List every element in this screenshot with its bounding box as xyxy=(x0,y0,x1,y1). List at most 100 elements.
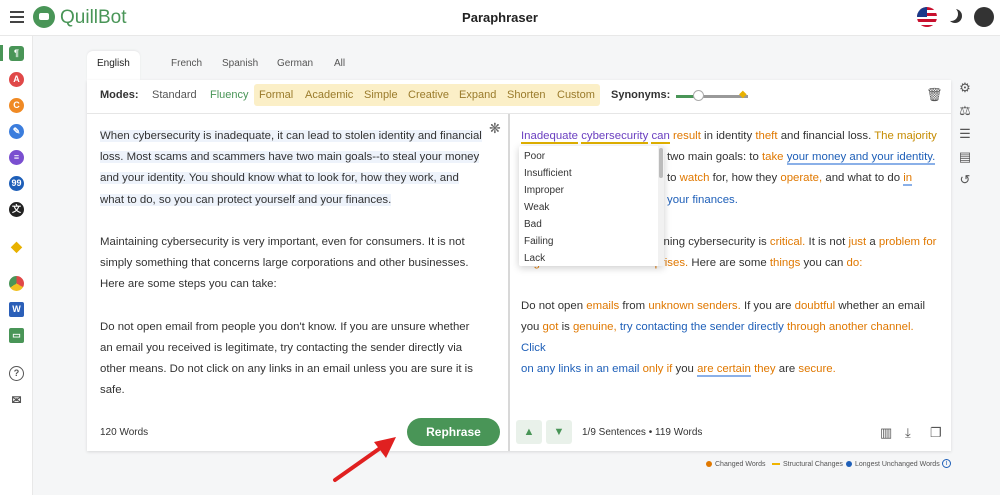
synonym-option[interactable]: Bad xyxy=(524,219,542,230)
changed-word[interactable]: emails xyxy=(586,300,619,312)
unchanged-words: Click xyxy=(521,342,546,354)
keyboard-icon[interactable]: ▤ xyxy=(956,149,974,165)
info-icon[interactable]: i xyxy=(942,459,951,468)
grammar-checker-icon[interactable]: A xyxy=(9,72,24,87)
changed-word[interactable]: in xyxy=(903,172,913,187)
mail-icon[interactable]: ✉ xyxy=(9,393,24,408)
legend-unchanged-label: Longest Unchanged Words xyxy=(855,461,940,468)
changed-word[interactable]: doubtful xyxy=(795,300,836,312)
unchanged-words: your finances. xyxy=(667,193,738,206)
input-text[interactable]: When cybersecurity is inadequate, it can… xyxy=(100,126,482,423)
input-paragraph-text: When cybersecurity is inadequate, it can… xyxy=(100,130,482,206)
us-flag-icon[interactable] xyxy=(917,7,937,27)
changed-word[interactable]: unknown senders. xyxy=(648,300,740,312)
changed-word[interactable]: do: xyxy=(847,257,863,269)
synonym-option[interactable]: Weak xyxy=(524,202,549,213)
structural-change[interactable]: The majority xyxy=(874,130,937,142)
output-word-count: 119 Words xyxy=(655,427,703,438)
changed-word[interactable]: operate, xyxy=(780,172,822,184)
mode-simple[interactable]: Simple xyxy=(364,89,398,101)
changed-word[interactable]: result xyxy=(673,130,701,142)
tab-french[interactable]: French xyxy=(161,51,212,80)
mode-standard[interactable]: Standard xyxy=(152,89,197,101)
citation-generator-icon[interactable]: 99 xyxy=(9,176,24,191)
freeze-words-icon[interactable]: ❋ xyxy=(489,120,501,137)
mode-expand[interactable]: Expand xyxy=(459,89,496,101)
changed-word[interactable]: are certain xyxy=(697,363,751,378)
tab-spanish[interactable]: Spanish xyxy=(212,51,268,80)
changed-word[interactable]: got xyxy=(543,321,559,333)
changed-legend-dot xyxy=(706,461,712,468)
changed-word[interactable]: through another channel. xyxy=(787,321,914,333)
selected-word[interactable]: cybersecurity xyxy=(581,130,649,144)
paraphraser-card: Modes: Standard Fluency Formal Academic … xyxy=(87,80,951,451)
rephrase-button[interactable]: Rephrase xyxy=(407,418,500,446)
mode-fluency[interactable]: Fluency xyxy=(210,89,249,101)
chrome-extension-icon[interactable] xyxy=(9,276,24,291)
changed-word[interactable]: they xyxy=(754,363,776,375)
feedback-icon[interactable]: ☰ xyxy=(956,126,974,142)
statistics-icon[interactable]: ▥ xyxy=(880,425,892,441)
unchanged-words: on any links in an email xyxy=(521,363,640,376)
help-icon[interactable]: ? xyxy=(9,366,24,381)
legend-unchanged: Longest Unchanged Words xyxy=(846,461,940,468)
co-writer-icon[interactable]: ✎ xyxy=(9,124,24,139)
synonyms-slider-thumb[interactable] xyxy=(693,90,704,101)
changed-word[interactable]: problem for xyxy=(879,236,937,248)
mode-formal[interactable]: Formal xyxy=(259,89,293,101)
copy-icon[interactable]: ❐ xyxy=(930,425,942,441)
tab-german[interactable]: German xyxy=(267,51,323,80)
changed-word[interactable]: theft xyxy=(755,130,777,142)
output-text-run: you can xyxy=(803,257,844,270)
changed-word[interactable]: watch xyxy=(680,172,710,184)
tab-english-us[interactable]: English (US) xyxy=(87,51,140,94)
mode-custom[interactable]: Custom xyxy=(557,89,595,101)
synonym-option[interactable]: Lack xyxy=(524,253,545,264)
synonym-dropdown: Poor Insufficient Improper Weak Bad Fail… xyxy=(519,146,664,266)
unchanged-legend-dot xyxy=(846,461,852,468)
mode-creative[interactable]: Creative xyxy=(408,89,449,101)
premium-diamond-icon: ◆ xyxy=(739,89,747,100)
previous-sentence-button[interactable]: ▲ xyxy=(516,420,542,444)
output-text-run: in identity xyxy=(704,130,753,142)
synonym-option[interactable]: Improper xyxy=(524,185,564,196)
synonyms-label: Synonyms: xyxy=(611,89,671,101)
legend-structural-label: Structural Changes xyxy=(783,461,843,468)
translator-icon[interactable]: 文 xyxy=(9,202,24,217)
premium-diamond-icon[interactable]: ◆ xyxy=(9,239,24,254)
compare-modes-icon[interactable]: ⚖ xyxy=(956,103,974,119)
pane-divider[interactable] xyxy=(508,114,510,451)
mode-shorten[interactable]: Shorten xyxy=(507,89,546,101)
synonym-option[interactable]: Insufficient xyxy=(524,168,572,179)
selected-word[interactable]: can xyxy=(651,130,670,144)
paraphraser-icon[interactable]: ¶ xyxy=(9,46,24,61)
settings-icon[interactable]: ⚙ xyxy=(956,80,974,96)
modes-bar: Modes: Standard Fluency Formal Academic … xyxy=(87,80,951,114)
history-icon[interactable]: ↺ xyxy=(956,172,974,188)
desktop-app-icon[interactable]: ▭ xyxy=(9,328,24,343)
changed-word[interactable]: secure. xyxy=(798,363,835,375)
word-addin-icon[interactable]: W xyxy=(9,302,24,317)
mode-academic[interactable]: Academic xyxy=(305,89,353,101)
changed-word[interactable]: only if xyxy=(643,363,673,375)
output-text-run: and what to do xyxy=(825,172,901,185)
changed-word[interactable]: things xyxy=(770,257,800,269)
input-paragraph: Do not open email from people you don't … xyxy=(100,320,473,397)
selected-word[interactable]: Inadequate xyxy=(521,130,579,144)
changed-word[interactable]: critical. xyxy=(770,236,805,248)
dropdown-scrollbar[interactable] xyxy=(658,146,664,266)
changed-word[interactable]: just xyxy=(848,236,866,248)
plagiarism-checker-icon[interactable]: C xyxy=(9,98,24,113)
changed-word[interactable]: genuine, xyxy=(573,321,617,333)
tab-all[interactable]: All ⌄ xyxy=(324,51,355,94)
dark-mode-icon[interactable] xyxy=(948,9,962,23)
trash-icon[interactable]: 🗑 xyxy=(926,87,943,103)
output-text-run: and financial loss. xyxy=(780,130,872,142)
summarizer-icon[interactable]: ≡ xyxy=(9,150,24,165)
synonym-option[interactable]: Poor xyxy=(524,151,545,162)
next-sentence-button[interactable]: ▼ xyxy=(546,420,572,444)
changed-word[interactable]: take xyxy=(762,151,784,163)
avatar[interactable] xyxy=(974,7,994,27)
synonym-option[interactable]: Failing xyxy=(524,236,553,247)
download-icon[interactable]: ⤓ xyxy=(905,425,911,441)
